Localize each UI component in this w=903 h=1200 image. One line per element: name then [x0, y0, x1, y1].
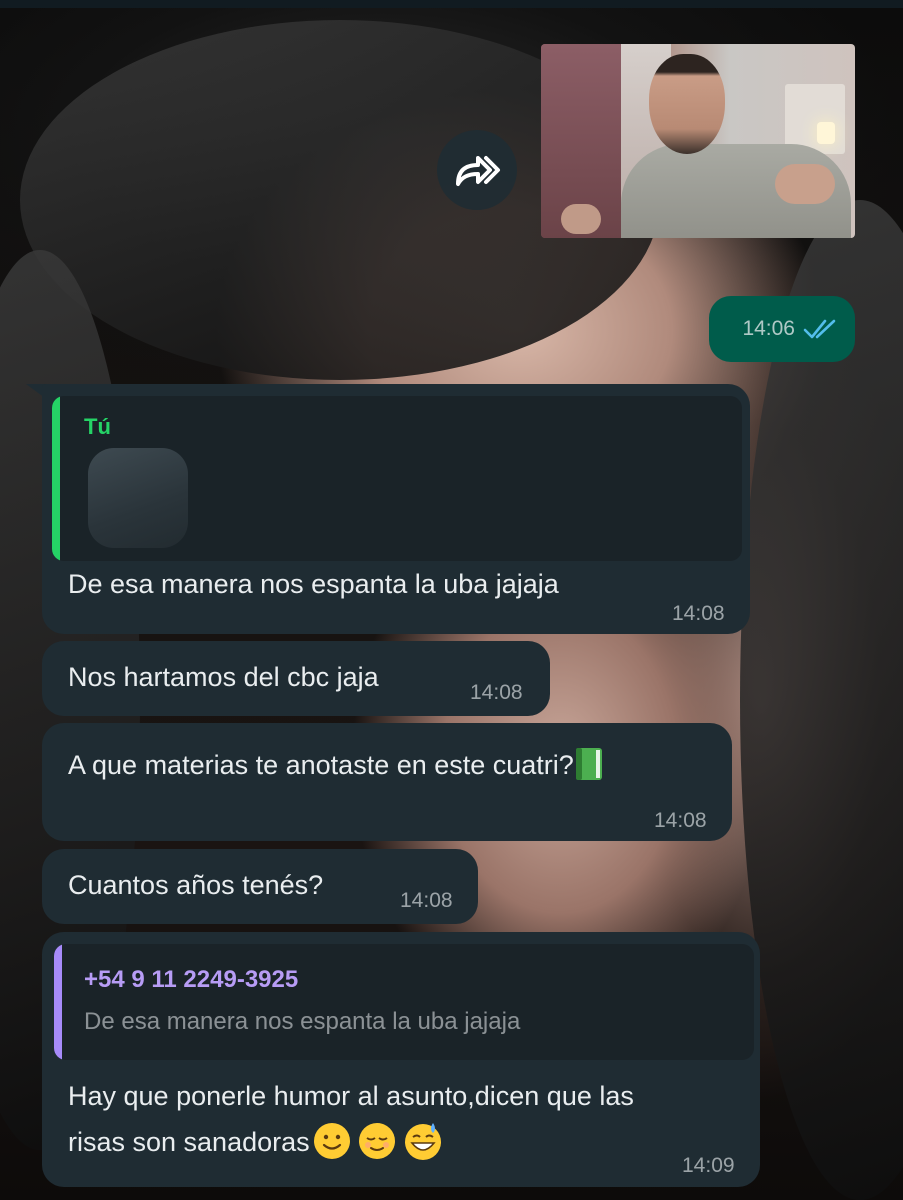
quote-accent-bar	[54, 944, 62, 1060]
green-book-icon	[574, 745, 604, 789]
message-text: A que materias te anotaste en este cuatr…	[68, 743, 604, 789]
message-text: Cuantos años tenés?	[68, 870, 324, 900]
message-text-content: A que materias te anotaste en este cuatr…	[68, 750, 574, 780]
quoted-sender: +54 9 11 2249-3925	[84, 966, 299, 993]
message-text: Nos hartamos del cbc jaja	[68, 662, 379, 692]
slightly-smiling-face-icon	[310, 1121, 354, 1166]
forwarded-image[interactable]	[541, 44, 855, 238]
message-text-content: risas son sanadoras	[68, 1127, 310, 1157]
incoming-message-bubble[interactable]: A que materias te anotaste en este cuatr…	[42, 723, 732, 841]
message-time: 14:09	[682, 1154, 735, 1177]
message-text-line-2: risas son sanadoras	[68, 1120, 446, 1166]
quote-accent-bar	[52, 396, 60, 561]
message-text-line-1: Hay que ponerle humor al asunto,dicen qu…	[68, 1081, 634, 1111]
message-text: De esa manera nos espanta la uba jajaja	[68, 569, 559, 599]
quoted-sender: Tú	[84, 414, 111, 439]
message-time: 14:06	[742, 317, 795, 340]
message-time: 14:08	[470, 681, 523, 704]
incoming-message-bubble[interactable]: Nos hartamos del cbc jaja 14:08	[42, 641, 550, 716]
message-time: 14:08	[654, 809, 707, 832]
grinning-sweat-face-icon	[400, 1121, 446, 1166]
outgoing-message-bubble[interactable]: 14:06	[709, 296, 855, 362]
message-time: 14:08	[672, 602, 725, 625]
quoted-message[interactable]: Tú	[52, 396, 742, 561]
forward-button[interactable]	[437, 130, 517, 210]
top-bar	[0, 0, 903, 8]
relieved-face-icon	[354, 1121, 400, 1166]
double-check-read-icon	[803, 319, 836, 339]
quoted-text: De esa manera nos espanta la uba jajaja	[84, 1008, 521, 1035]
incoming-message-bubble[interactable]: Cuantos años tenés? 14:08	[42, 849, 478, 924]
forward-icon	[456, 156, 500, 186]
quoted-message[interactable]: +54 9 11 2249-3925 De esa manera nos esp…	[54, 944, 754, 1060]
message-time: 14:08	[400, 889, 453, 912]
quoted-image-thumbnail	[88, 448, 188, 548]
